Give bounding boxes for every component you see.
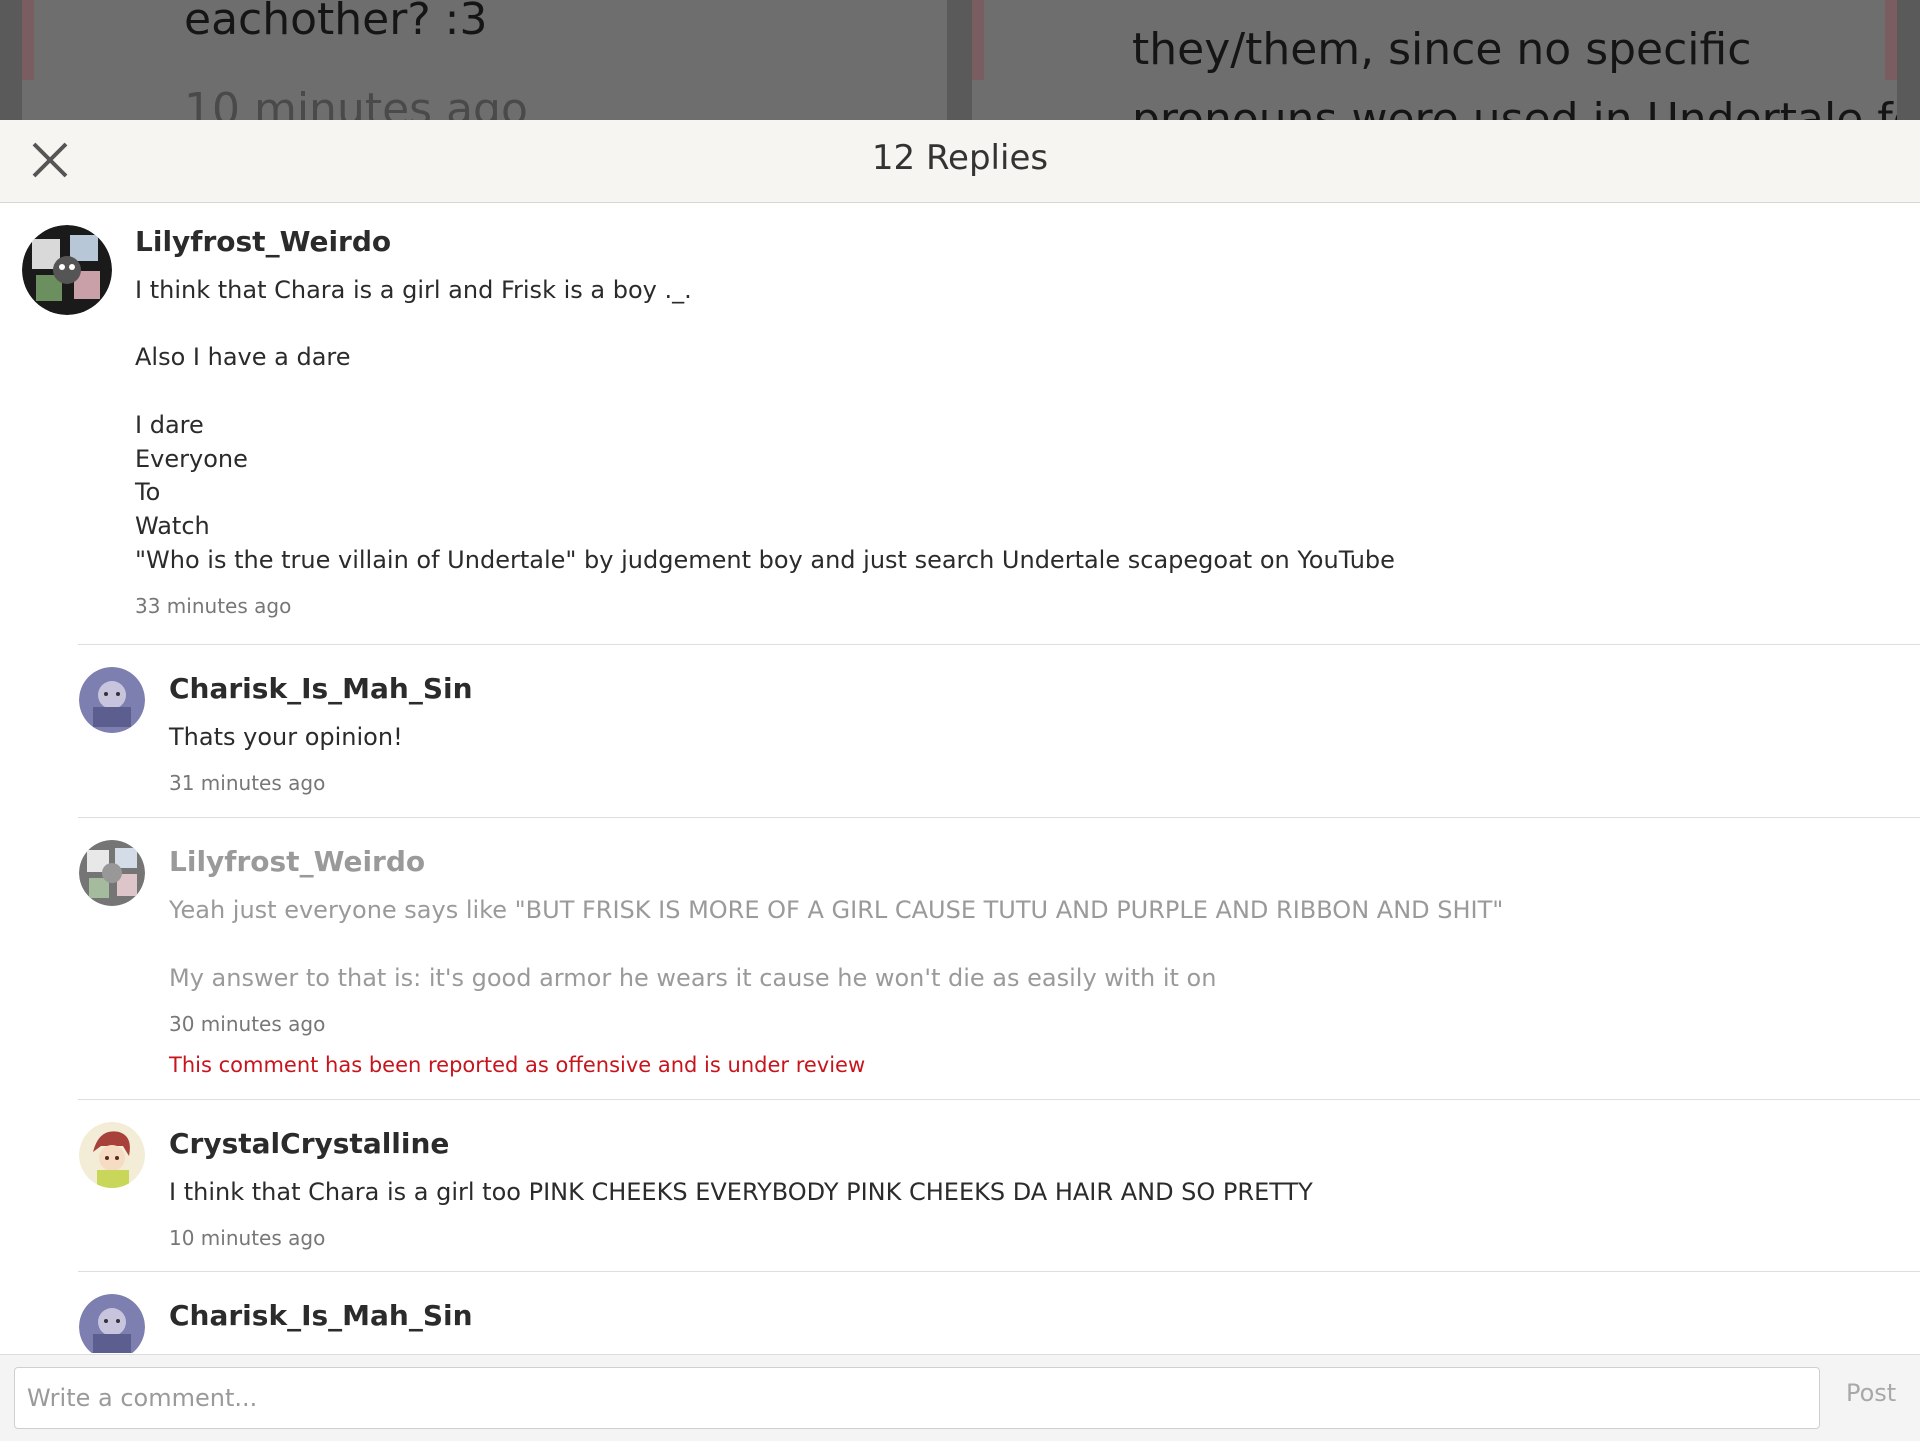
background-text: pronouns were used in Undertale for xyxy=(1132,94,1897,120)
comment-text: Watch xyxy=(135,512,210,540)
comment-text: Yeah just everyone says like "BUT FRISK … xyxy=(169,896,1504,924)
background-card-left: eachother? :3 10 minutes ago xyxy=(22,0,947,120)
avatar-image xyxy=(79,840,145,906)
avatar-image xyxy=(79,667,145,733)
comment-author[interactable]: CrystalCrystalline xyxy=(169,1127,449,1160)
avatar[interactable] xyxy=(22,225,112,315)
comment-text: My answer to that is: it's good armor he… xyxy=(169,964,1217,992)
comment-text: Thats your opinion! xyxy=(169,723,403,751)
divider xyxy=(78,1099,1920,1100)
comment-author[interactable]: Lilyfrost_Weirdo xyxy=(135,225,391,258)
background-text: eachother? :3 xyxy=(184,0,488,45)
avatar[interactable] xyxy=(79,840,145,906)
comment-timestamp: 30 minutes ago xyxy=(169,1012,326,1036)
divider xyxy=(78,1271,1920,1272)
background-text: 10 minutes ago xyxy=(184,84,528,120)
replies-header: 12 Replies xyxy=(0,120,1920,203)
comment-text: Also I have a dare xyxy=(135,343,351,371)
background-text: they/them, since no specific xyxy=(1132,24,1752,75)
avatar[interactable] xyxy=(79,667,145,733)
background-strip xyxy=(1885,0,1897,80)
comment-text: I think that Chara is a girl too PINK CH… xyxy=(169,1178,1313,1206)
comment-timestamp: 33 minutes ago xyxy=(135,594,292,618)
comment-author[interactable]: Lilyfrost_Weirdo xyxy=(169,845,425,878)
comment-timestamp: 31 minutes ago xyxy=(169,771,326,795)
comment-composer: Post xyxy=(0,1354,1920,1441)
reported-notice: This comment has been reported as offens… xyxy=(169,1053,866,1077)
comment-text: To xyxy=(135,478,161,506)
background-strip xyxy=(972,0,984,80)
comment-input[interactable] xyxy=(14,1367,1820,1429)
comment-author[interactable]: Charisk_Is_Mah_Sin xyxy=(169,1299,473,1332)
post-button[interactable]: Post xyxy=(1846,1379,1896,1407)
avatar[interactable] xyxy=(79,1294,145,1353)
comment-text: "Who is the true villain of Undertale" b… xyxy=(135,546,1395,574)
comment-text: Everyone xyxy=(135,445,248,473)
avatar[interactable] xyxy=(79,1122,145,1188)
comment-text: I think that Chara is a girl and Frisk i… xyxy=(135,276,692,304)
avatar-image xyxy=(79,1294,145,1353)
background-card-right: they/them, since no specific pronouns we… xyxy=(972,0,1897,120)
divider xyxy=(78,644,1920,645)
comment-timestamp: 10 minutes ago xyxy=(169,1226,326,1250)
avatar-image xyxy=(22,225,112,315)
comment-text: I dare xyxy=(135,411,204,439)
comment-author[interactable]: Charisk_Is_Mah_Sin xyxy=(169,672,473,705)
divider xyxy=(78,817,1920,818)
background-feed: eachother? :3 10 minutes ago they/them, … xyxy=(0,0,1920,120)
page-title: 12 Replies xyxy=(871,138,1049,178)
background-strip xyxy=(22,0,34,80)
replies-list[interactable]: Lilyfrost_Weirdo I think that Chara is a… xyxy=(0,203,1920,1353)
avatar-image xyxy=(79,1122,145,1188)
